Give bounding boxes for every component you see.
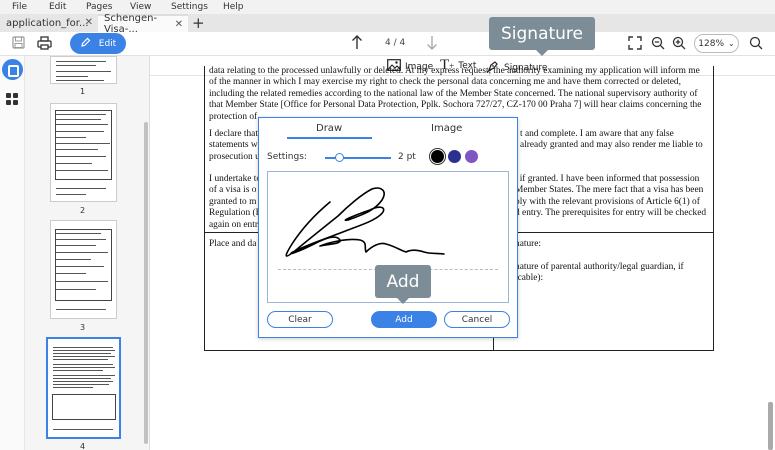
page-number-label: 2 [80,206,86,215]
tab-bar: application_for... ✕ Schengen-Visa-... ✕… [0,13,775,35]
tab-draw[interactable]: Draw [316,123,342,134]
color-swatch-purple[interactable] [465,150,478,163]
page-thumbnail-4[interactable] [46,337,121,439]
signature-field-text: nature: nature of parental authority/leg… [515,239,684,284]
grid-view-icon[interactable] [6,93,18,105]
add-tooltip: Add [375,265,431,304]
document-scrollbar[interactable] [768,402,773,450]
arrow-down-icon[interactable] [426,35,438,53]
pencil-icon [80,37,91,51]
page-number-label: 3 [80,323,86,332]
slider-handle[interactable] [335,153,344,162]
chevron-down-icon: ⌄ [728,39,735,48]
doc-paragraph-3-right: , if granted. I have been informed that … [515,174,707,219]
close-icon[interactable]: ✕ [175,19,183,30]
active-tab-indicator [287,137,372,139]
print-icon[interactable] [37,36,52,53]
tab-schengen-visa[interactable]: Schengen-Visa-... ✕ [98,13,188,35]
zoom-select[interactable]: 128% ⌄ [694,34,739,53]
page-thumbnail-1[interactable] [50,56,117,84]
page-number-label: 4 [80,442,86,450]
menu-help[interactable]: Help [223,2,244,12]
tab-image[interactable]: Image [431,123,462,134]
edit-button[interactable]: Edit [70,33,126,54]
add-button[interactable]: Add [371,311,437,328]
page-thumbnail-2[interactable] [50,103,117,202]
new-tab-plus-icon[interactable]: + [192,14,205,32]
menu-settings[interactable]: Settings [171,2,208,12]
signature-dialog: Draw Image Settings: 2 pt Clear Add Canc… [258,117,518,338]
doc-paragraph-2-right: t and complete. I am aware that any fals… [520,129,703,151]
fit-screen-icon[interactable] [628,36,642,53]
page-indicator[interactable]: 4 / 4 [385,38,405,48]
thumbnail-scrollbar[interactable] [144,122,148,444]
zoom-out-icon[interactable] [651,36,665,53]
menu-view[interactable]: View [130,2,151,12]
signature-tooltip: Signature [489,17,595,56]
tab-label: application_for... [6,17,89,29]
left-rail [0,56,25,450]
page-thumbnail-3[interactable] [50,220,117,319]
thumbnail-pane: 1 2 3 4 [25,56,150,450]
menu-file[interactable]: File [12,2,27,12]
doc-paragraph-1: data relating to the processed unlawfull… [209,66,702,122]
menu-edit[interactable]: Edit [49,2,66,12]
close-icon[interactable]: ✕ [85,17,93,28]
color-swatch-black[interactable] [429,148,446,165]
color-swatch-navy[interactable] [448,150,461,163]
edit-label: Edit [98,38,117,49]
tab-application[interactable]: application_for... ✕ [0,14,98,32]
zoom-in-icon[interactable] [672,36,686,53]
menu-pages[interactable]: Pages [86,2,112,12]
page-number-label: 1 [80,87,86,96]
arrow-up-icon[interactable] [351,35,363,53]
thumbnails-panel-icon[interactable] [2,59,23,80]
settings-label: Settings: [267,152,307,162]
save-icon[interactable] [12,36,25,52]
stroke-width-value: 2 pt [398,152,416,162]
zoom-value: 128% [698,38,725,49]
cancel-button[interactable]: Cancel [444,311,510,328]
search-icon[interactable] [749,36,763,53]
clear-button[interactable]: Clear [267,311,333,328]
main-toolbar: Edit 4 / 4 128% ⌄ [0,32,775,56]
menu-bar: File Edit Pages View Settings Help [0,0,775,14]
